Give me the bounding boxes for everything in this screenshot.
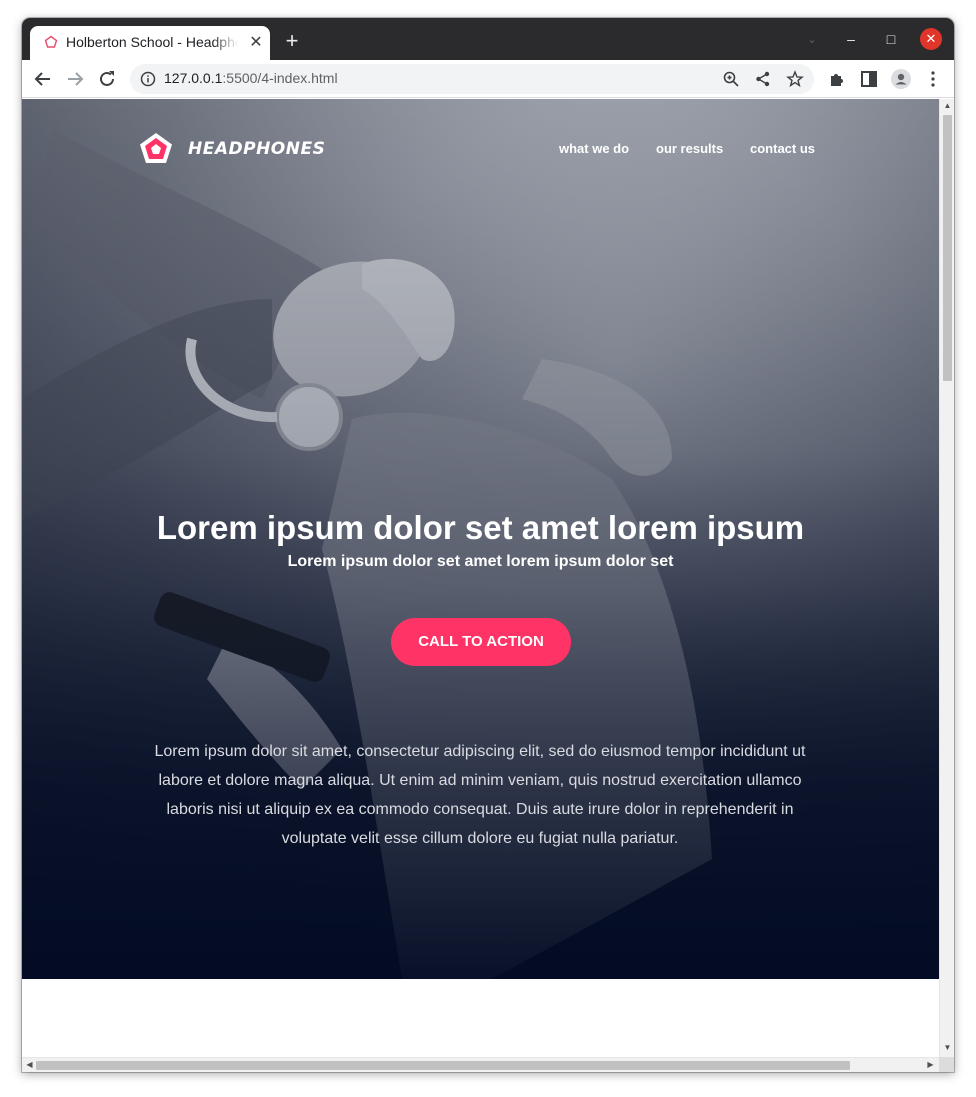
vertical-scroll-thumb[interactable] <box>943 115 952 381</box>
browser-toolbar: 127.0.0.1:5500/4-index.html <box>22 60 954 98</box>
info-icon[interactable] <box>140 71 156 87</box>
star-icon[interactable] <box>786 70 804 88</box>
tab-search-icon[interactable]: ⌄ <box>802 30 822 50</box>
new-tab-button[interactable]: + <box>280 30 304 54</box>
horizontal-scrollbar[interactable]: ◀ ▶ <box>22 1057 939 1072</box>
profile-icon[interactable] <box>890 68 912 90</box>
browser-tab[interactable]: Holberton School - Headphones ✕ <box>30 26 270 60</box>
forward-arrow-icon[interactable] <box>64 68 86 90</box>
call-to-action-button[interactable]: CALL TO ACTION <box>391 618 571 666</box>
browser-window: Holberton School - Headphones ✕ + ⌄ – □ … <box>22 18 954 1072</box>
hero-paragraph: Lorem ipsum dolor sit amet, consectetur … <box>154 743 806 847</box>
scrollbar-corner <box>939 1057 954 1072</box>
headphones-logo-icon <box>140 133 172 163</box>
back-arrow-icon[interactable] <box>32 68 54 90</box>
extensions-icon[interactable] <box>826 68 848 90</box>
horizontal-scroll-thumb[interactable] <box>36 1061 850 1070</box>
scroll-up-icon[interactable]: ▲ <box>940 101 954 110</box>
tab-strip: Holberton School - Headphones ✕ + ⌄ – □ … <box>22 18 954 60</box>
maximize-button[interactable]: □ <box>880 28 902 50</box>
tab-title: Holberton School - Headphones <box>66 34 238 50</box>
menu-icon[interactable] <box>922 68 944 90</box>
address-bar[interactable]: 127.0.0.1:5500/4-index.html <box>130 64 814 94</box>
nav-link-our-results[interactable]: our results <box>656 141 723 156</box>
nav-link-contact-us[interactable]: contact us <box>750 141 815 156</box>
close-window-button[interactable]: ✕ <box>920 28 942 50</box>
minimize-button[interactable]: – <box>840 28 862 50</box>
nav-link-what-we-do[interactable]: what we do <box>559 141 629 156</box>
reload-icon[interactable] <box>96 68 118 90</box>
side-panel-icon[interactable] <box>858 68 880 90</box>
url-path: :5500/4-index.html <box>222 70 338 86</box>
share-icon[interactable] <box>754 70 772 88</box>
vertical-scrollbar[interactable]: ▲ ▼ <box>939 99 954 1057</box>
scroll-right-icon[interactable]: ▶ <box>923 1060 938 1069</box>
hero-section: HEADPHONES what we do our results contac… <box>22 99 939 979</box>
favicon-icon <box>44 35 58 48</box>
hero-title: Lorem ipsum dolor set amet lorem ipsum <box>156 509 805 546</box>
zoom-icon[interactable] <box>722 70 740 88</box>
url-text: 127.0.0.1:5500/4-index.html <box>164 70 338 86</box>
url-host: 127.0.0.1 <box>164 70 223 86</box>
tab-close-button[interactable]: ✕ <box>246 33 266 53</box>
scroll-down-icon[interactable]: ▼ <box>940 1043 954 1052</box>
hero-subtitle: Lorem ipsum dolor set amet lorem ipsum d… <box>287 553 674 570</box>
scroll-left-icon[interactable]: ◀ <box>22 1060 37 1069</box>
brand-name[interactable]: HEADPHONES <box>188 139 325 159</box>
page-viewport: HEADPHONES what we do our results contac… <box>22 99 939 1057</box>
